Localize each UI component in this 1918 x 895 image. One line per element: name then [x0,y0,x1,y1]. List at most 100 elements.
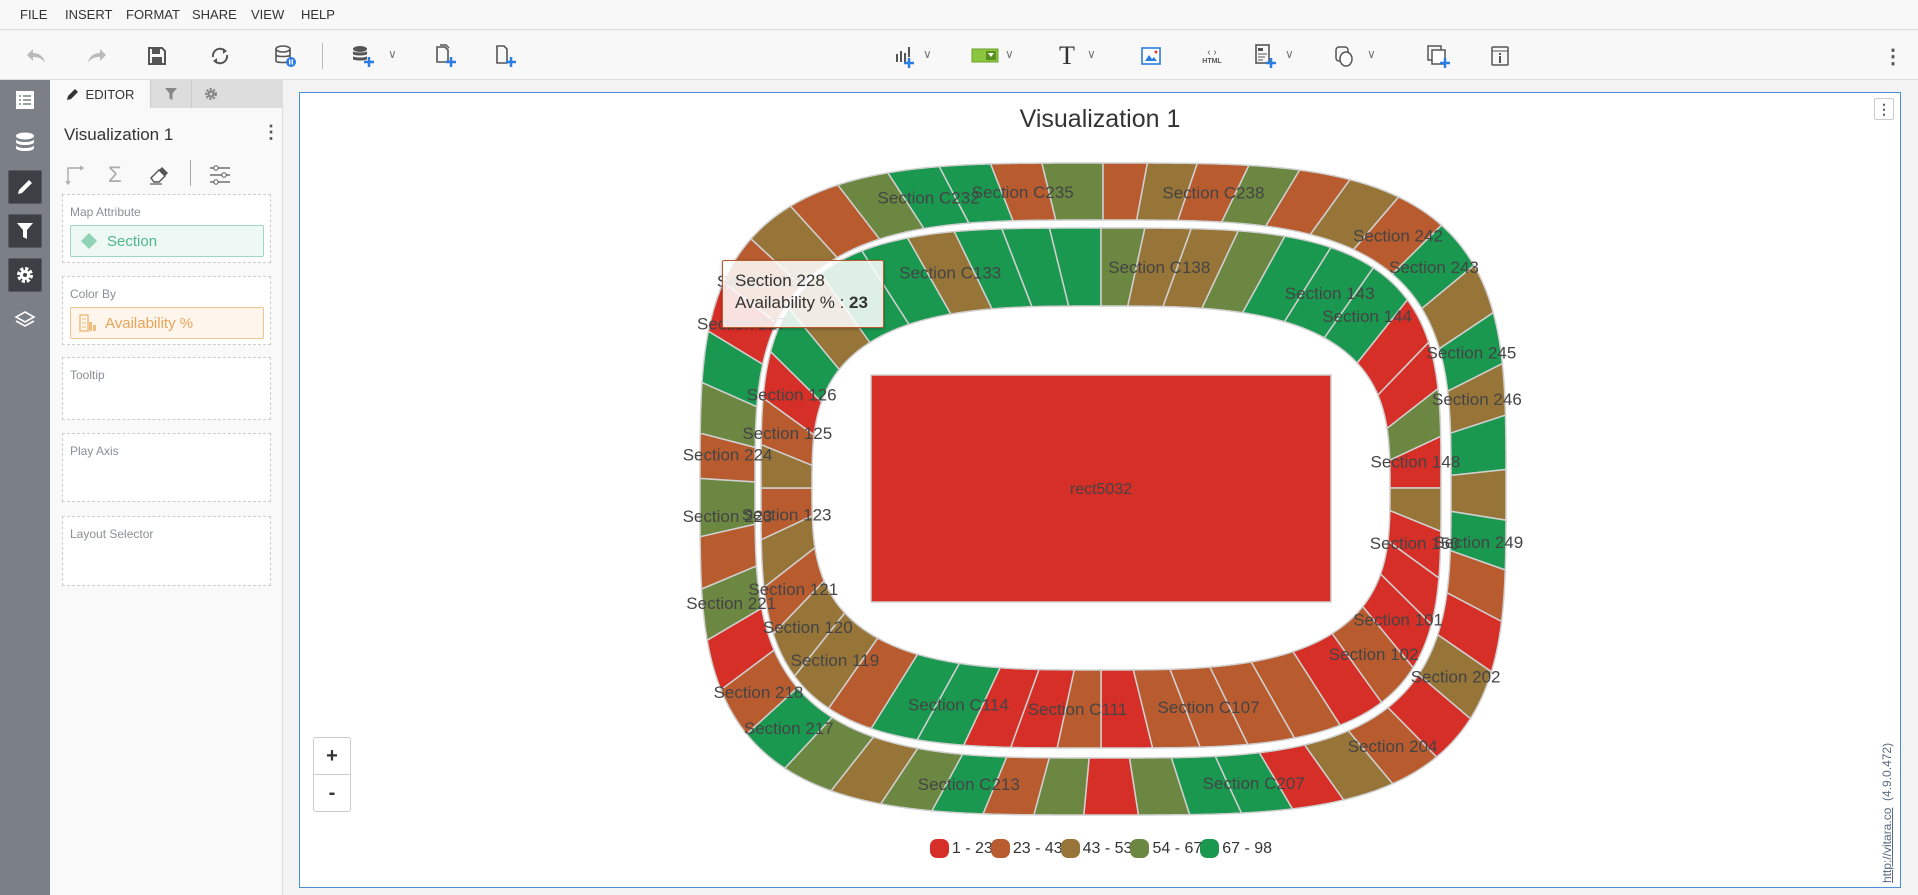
visualization-title: Visualization 1 [1019,105,1181,133]
more-options-button[interactable]: ⋮ [1878,41,1908,71]
visualization-name: Visualization 1 [64,125,174,144]
kebab-icon: ⋮ [1883,45,1903,68]
eraser-icon [150,167,168,185]
legend-item[interactable]: 54 - 67 [1130,839,1202,858]
chevron-down-icon[interactable]: ∨ [1367,47,1381,61]
add-html-button[interactable]: ‹ › HTML [1197,41,1227,71]
add-shape-button[interactable] [1330,41,1360,71]
save-button[interactable] [142,41,172,71]
rail-list-button[interactable] [8,83,42,117]
menu-insert[interactable]: INSERT [65,7,112,22]
rail-settings-button[interactable] [8,258,42,292]
save-icon [148,47,166,65]
list-icon [16,91,34,109]
legend-label: 67 - 98 [1222,839,1273,857]
legend-swatch [990,839,1010,858]
filter-icon [165,88,177,100]
legend-item[interactable]: 23 - 43 [990,839,1063,858]
zoom-out-button[interactable]: - [313,774,351,812]
swap-axes-icon [65,165,85,186]
rail-layers-button[interactable] [8,302,42,336]
add-datasource-icon [353,46,374,67]
menu-help[interactable]: HELP [301,7,335,22]
tab-settings[interactable] [191,80,283,108]
legend-swatch [1130,839,1150,858]
add-text-icon: T [1059,41,1075,70]
zoom-in-button[interactable]: + [313,737,351,775]
kebab-icon: ⋮ [1877,100,1891,117]
menu-format[interactable]: FORMAT [126,7,180,22]
legend-swatch [1060,839,1080,858]
rail-editor-button[interactable] [8,170,42,204]
add-filter-widget-icon [971,48,999,63]
pencil-icon [66,89,78,100]
menu-view[interactable]: VIEW [251,7,284,22]
availability-metric-pill[interactable]: Availability % [70,307,264,339]
legend-item[interactable]: 67 - 98 [1200,839,1272,858]
chevron-down-icon[interactable]: ∨ [1005,47,1019,61]
swap-axes-button[interactable] [64,164,86,186]
divider [190,160,191,186]
legend-swatch [1200,839,1220,858]
tab-editor[interactable]: EDITOR [50,80,150,108]
version-label: (4.9.0.472) [1880,742,1894,801]
legend-item[interactable]: 43 - 53 [1060,839,1133,858]
viz-options-button[interactable]: ⋮ [1874,98,1894,120]
sigma-icon[interactable]: Σ [108,162,122,188]
undo-icon [27,49,45,63]
gear-icon [205,88,217,100]
map-attribute-zone[interactable]: Map Attribute Section [62,194,271,263]
editor-panel: EDITOR Visualization 1 ⋮ Σ Map Attribute… [50,80,283,895]
add-text-button[interactable]: T [1052,41,1082,71]
chevron-down-icon[interactable]: ∨ [1087,47,1101,61]
legend-swatch [929,839,949,858]
add-report-button[interactable] [1250,41,1280,71]
redo-button[interactable] [82,41,112,71]
info-icon [1491,46,1509,66]
legend-item[interactable]: 1 - 23 [929,839,993,858]
add-datasource-button[interactable] [347,41,377,71]
copy-page-add-button[interactable] [430,41,460,71]
toolbar: ∨ ∨ ∨ T ∨ ‹ › HTML ∨ ∨ ⋮ [0,31,1918,80]
tooltip-value: 23 [849,293,868,312]
tab-editor-label: EDITOR [85,86,135,102]
database-icon [16,132,34,151]
viz-menu-kebab-icon[interactable]: ⋮ [262,122,280,143]
duplicate-icon [1427,45,1450,68]
color-by-zone[interactable]: Color By Availability % [62,276,271,345]
layout-selector-zone[interactable]: Layout Selector [62,516,271,586]
chevron-down-icon[interactable]: ∨ [923,47,937,61]
copy-page-add-icon [436,44,456,67]
refresh-button[interactable] [205,41,235,71]
datasource-pause-button[interactable] [270,41,300,71]
duplicate-button[interactable] [1423,41,1453,71]
menu-bar: FILE INSERT FORMAT SHARE VIEW HELP [0,0,1918,30]
add-image-button[interactable] [1136,41,1166,71]
visualization-container: Visualization 1 ⋮ + - 1 - 23 23 - 43 43 - … [299,92,1901,888]
adjust-settings-button[interactable] [208,164,232,186]
map-tooltip: Section 228 Availability % : 23 [722,260,884,328]
play-axis-zone[interactable]: Play Axis [62,433,271,502]
credit-link[interactable]: http://vitara.co [1880,808,1894,883]
undo-button[interactable] [21,41,51,71]
chevron-down-icon[interactable]: ∨ [1285,47,1299,61]
sliders-icon [210,165,230,185]
menu-file[interactable]: FILE [20,7,47,22]
section-attribute-pill[interactable]: Section [70,225,264,257]
legend-label: 43 - 53 [1082,839,1133,857]
clear-button[interactable] [148,164,170,186]
add-shape-icon [1335,46,1353,67]
tab-filter[interactable] [150,80,191,108]
chevron-down-icon[interactable]: ∨ [388,47,402,61]
tooltip-zone[interactable]: Tooltip [62,357,271,420]
menu-share[interactable]: SHARE [192,7,237,22]
add-chart-button[interactable] [890,41,920,71]
new-page-button[interactable] [490,41,520,71]
add-filter-widget-button[interactable] [970,41,1000,71]
metric-icon [79,314,96,332]
info-button[interactable] [1485,41,1515,71]
rail-database-button[interactable] [8,125,42,159]
icon-rail [0,80,50,895]
new-page-icon [496,45,516,67]
rail-filter-button[interactable] [8,214,42,248]
